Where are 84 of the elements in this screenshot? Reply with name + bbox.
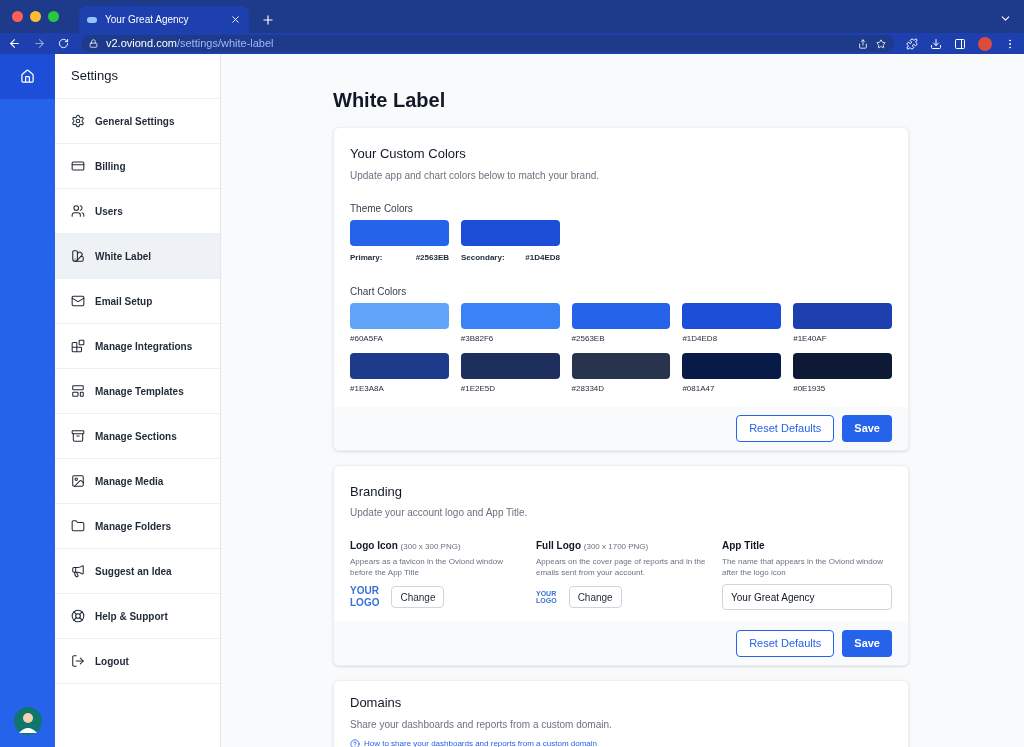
color-hex: #3B82F6 bbox=[460, 332, 495, 345]
color-hex: #1D4ED8 bbox=[682, 332, 719, 345]
star-icon[interactable] bbox=[876, 38, 886, 49]
download-icon[interactable] bbox=[930, 37, 942, 50]
sidebar-item-icon bbox=[71, 609, 85, 623]
app-title-field[interactable]: Your Great Agency bbox=[722, 584, 892, 610]
sidebar-item-icon bbox=[71, 564, 85, 578]
browser-tab[interactable]: Your Great Agency bbox=[79, 6, 249, 33]
color-swatch[interactable] bbox=[571, 352, 671, 379]
sidebar-item-icon bbox=[71, 249, 85, 263]
help-icon bbox=[350, 738, 360, 747]
color-swatch[interactable] bbox=[461, 219, 560, 246]
card-subtitle: Update app and chart colors below to match your brand. bbox=[350, 168, 601, 183]
favicon-icon bbox=[87, 16, 97, 23]
sidebar-item-icon bbox=[71, 114, 85, 128]
address-bar[interactable]: v2.oviond.com/settings/white-label bbox=[81, 35, 894, 52]
home-button[interactable] bbox=[0, 54, 55, 99]
url-text: v2.oviond.com/settings/white-label bbox=[106, 36, 275, 52]
color-hex: #0E1935 bbox=[793, 382, 827, 395]
color-hex: #28334D bbox=[571, 382, 606, 395]
close-icon[interactable] bbox=[230, 14, 241, 25]
color-swatch[interactable] bbox=[460, 302, 560, 329]
color-swatch[interactable] bbox=[682, 352, 782, 379]
save-button[interactable]: Save bbox=[842, 414, 892, 442]
color-hex: #1D4ED8 bbox=[525, 251, 560, 264]
sidebar-item-icon bbox=[71, 159, 85, 173]
home-icon bbox=[20, 69, 35, 84]
extensions-icon[interactable] bbox=[906, 37, 918, 50]
color-swatch[interactable] bbox=[682, 302, 782, 329]
sidebar-item-icon bbox=[71, 294, 85, 308]
color-swatch[interactable] bbox=[793, 352, 892, 379]
color-hex: #1E3A8A bbox=[350, 382, 385, 395]
sidebar-item-icon bbox=[71, 429, 85, 443]
card-title: Domains bbox=[350, 694, 403, 712]
sidebar-item-icon bbox=[71, 384, 85, 398]
new-tab-icon[interactable] bbox=[261, 13, 275, 27]
field-help: The name that appears in the Oviond window after the logo icon bbox=[722, 556, 884, 578]
share-icon[interactable] bbox=[858, 38, 868, 49]
card-subtitle: Share your dashboards and reports from a custom domain. bbox=[350, 717, 613, 732]
color-swatch[interactable] bbox=[571, 302, 671, 329]
color-hex: #1E2E5D bbox=[460, 382, 497, 395]
change-button[interactable]: Change bbox=[568, 586, 622, 608]
reset-defaults-button[interactable]: Reset Defaults bbox=[736, 630, 835, 657]
reload-icon[interactable] bbox=[58, 38, 69, 49]
field-label: App Title bbox=[722, 539, 766, 553]
color-swatch[interactable] bbox=[460, 352, 560, 379]
sidebar-item-icon bbox=[71, 519, 85, 533]
color-name: Secondary: bbox=[461, 251, 505, 264]
section-label: Theme Colors bbox=[350, 201, 414, 216]
logo: YOUR LOGO bbox=[350, 586, 380, 608]
field-help: Appears on the cover page of reports and in the emails sent from your account. bbox=[536, 556, 706, 578]
color-swatch[interactable] bbox=[350, 219, 449, 246]
color-hex: #081A47 bbox=[682, 382, 716, 395]
color-name: Primary: bbox=[350, 251, 383, 264]
side-panel-icon[interactable] bbox=[954, 37, 966, 50]
color-hex: #60A5FA bbox=[350, 332, 384, 345]
page-title: White Label bbox=[333, 88, 447, 113]
sidebar-item[interactable]: White Label bbox=[55, 234, 220, 279]
reset-defaults-button[interactable]: Reset Defaults bbox=[736, 414, 835, 442]
back-icon[interactable] bbox=[8, 37, 21, 50]
save-button[interactable]: Save bbox=[842, 630, 892, 657]
card-subtitle: Update your account logo and App Title. bbox=[350, 506, 529, 520]
field-label: Logo Icon (300 x 300 PNG) bbox=[350, 539, 462, 553]
help-link[interactable]: How to share your dashboards and reports from a custom domain bbox=[364, 737, 597, 747]
user-avatar[interactable] bbox=[13, 707, 42, 735]
card-title: Branding bbox=[350, 482, 404, 501]
color-swatch[interactable] bbox=[350, 302, 449, 329]
color-swatch[interactable] bbox=[350, 352, 449, 379]
sidebar-item-icon bbox=[71, 204, 85, 218]
sidebar-item-icon bbox=[71, 654, 85, 668]
color-hex: #1E40AF bbox=[793, 332, 828, 345]
color-swatch[interactable] bbox=[793, 302, 892, 329]
field-label: Full Logo (300 x 1700 PNG) bbox=[536, 539, 650, 553]
sidebar-title: Settings bbox=[71, 67, 118, 86]
tab-title: Your Great Agency bbox=[105, 13, 190, 27]
color-hex: #2563EB bbox=[571, 332, 606, 345]
card-title: Your Custom Colors bbox=[350, 145, 467, 163]
field-help: Appears as a favicon in the Oviond window before the App Title bbox=[350, 556, 504, 578]
section-label: Chart Colors bbox=[350, 284, 408, 299]
sidebar-item-icon bbox=[71, 339, 85, 353]
change-button[interactable]: Change bbox=[391, 586, 445, 608]
sidebar-item-icon bbox=[71, 474, 85, 488]
lock-icon bbox=[89, 39, 98, 48]
color-hex: #2563EB bbox=[415, 251, 449, 264]
